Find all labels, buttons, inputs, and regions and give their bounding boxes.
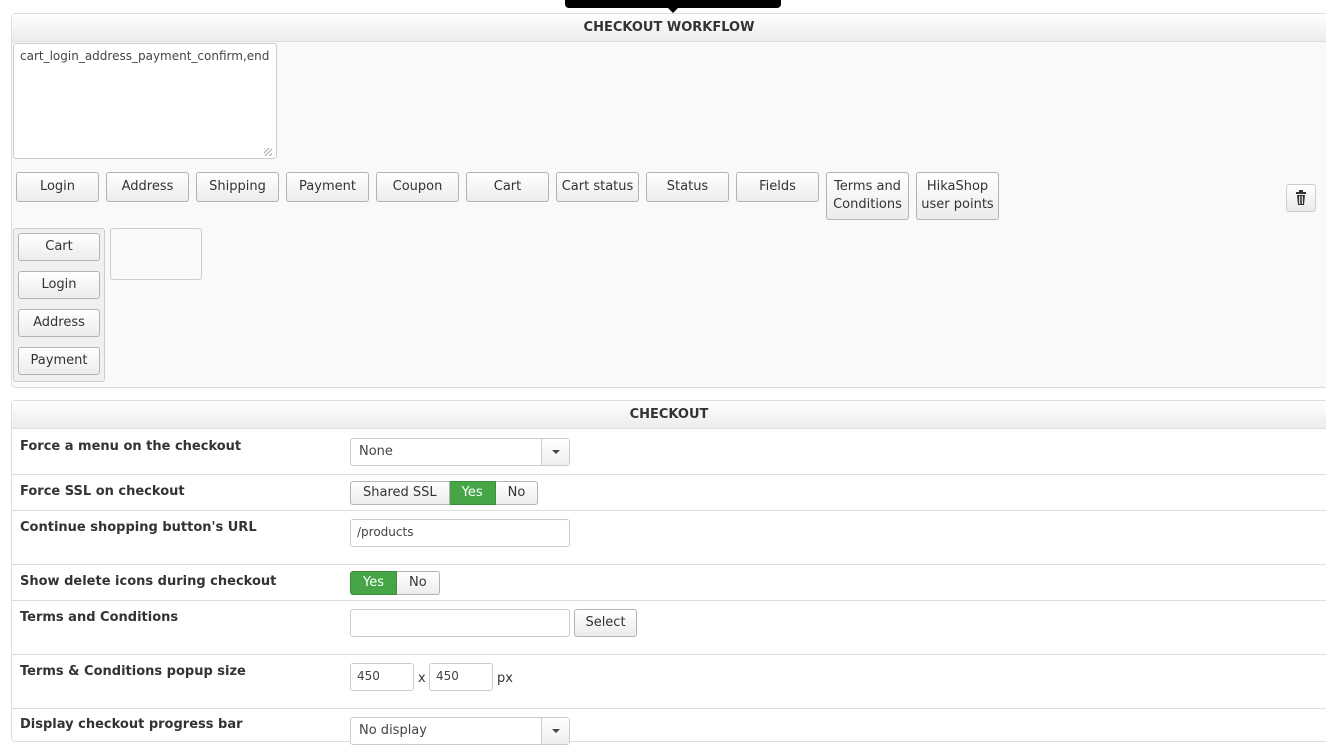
delete-option-yes[interactable]: Yes <box>350 571 397 595</box>
step-button-terms[interactable]: Terms and Conditions <box>826 172 909 220</box>
checkout-workflow-panel: CHECKOUT WORKFLOW cart_login_address_pay… <box>11 13 1326 388</box>
step-button-shipping[interactable]: Shipping <box>196 172 279 202</box>
group-step-address[interactable]: Address <box>18 309 100 337</box>
tooltip-pointer <box>565 0 781 13</box>
row-popup-size: Terms & Conditions popup size 450 x 450 … <box>12 655 1326 709</box>
workflow-step-group[interactable]: Cart Login Address Payment <box>13 228 105 382</box>
row-continue-url: Continue shopping button's URL /products <box>12 511 1326 565</box>
progress-bar-select[interactable]: No display <box>350 717 570 745</box>
row-terms: Terms and Conditions Select <box>12 601 1326 655</box>
resize-grip-icon[interactable] <box>264 148 272 156</box>
popup-size-unit: px <box>497 671 513 686</box>
chevron-down-icon[interactable] <box>541 718 569 744</box>
workflow-textarea[interactable]: cart_login_address_payment_confirm,end <box>13 43 277 159</box>
force-ssl-toggle[interactable]: Shared SSL Yes No <box>350 481 539 505</box>
delete-icons-label: Show delete icons during checkout <box>20 574 277 589</box>
delete-option-no[interactable]: No <box>397 571 440 595</box>
progress-bar-label: Display checkout progress bar <box>20 717 243 732</box>
step-button-status[interactable]: Status <box>646 172 729 202</box>
chevron-down-icon[interactable] <box>541 439 569 465</box>
step-button-login[interactable]: Login <box>16 172 99 202</box>
group-step-payment[interactable]: Payment <box>18 347 100 375</box>
ssl-option-no[interactable]: No <box>495 481 539 505</box>
step-button-address[interactable]: Address <box>106 172 189 202</box>
trash-button[interactable] <box>1286 184 1316 212</box>
terms-label: Terms and Conditions <box>20 610 179 625</box>
terms-input[interactable] <box>350 609 570 637</box>
popup-size-label: Terms & Conditions popup size <box>20 664 246 679</box>
group-step-login[interactable]: Login <box>18 271 100 299</box>
continue-url-input[interactable]: /products <box>350 519 570 547</box>
trash-icon <box>1296 190 1306 205</box>
step-button-user-points[interactable]: HikaShop user points <box>916 172 999 220</box>
continue-url-label: Continue shopping button's URL <box>20 520 257 535</box>
step-button-coupon[interactable]: Coupon <box>376 172 459 202</box>
row-force-menu: Force a menu on the checkout None <box>12 429 1326 475</box>
empty-step-group[interactable] <box>110 228 202 280</box>
popup-size-separator: x <box>418 671 426 686</box>
terms-select-button[interactable]: Select <box>574 609 637 637</box>
row-force-ssl: Force SSL on checkout Shared SSL Yes No <box>12 475 1326 511</box>
force-ssl-label: Force SSL on checkout <box>20 484 185 499</box>
group-step-cart[interactable]: Cart <box>18 233 100 261</box>
delete-icons-toggle[interactable]: Yes No <box>350 571 440 595</box>
step-button-cart[interactable]: Cart <box>466 172 549 202</box>
step-button-cart-status[interactable]: Cart status <box>556 172 639 202</box>
checkout-title: CHECKOUT <box>12 401 1326 429</box>
ssl-option-yes[interactable]: Yes <box>449 481 496 505</box>
force-menu-value: None <box>359 444 393 459</box>
row-progress-bar: Display checkout progress bar No display <box>12 709 1326 749</box>
popup-height-input[interactable]: 450 <box>429 663 493 691</box>
checkout-workflow-title: CHECKOUT WORKFLOW <box>12 14 1326 42</box>
row-delete-icons: Show delete icons during checkout Yes No <box>12 565 1326 601</box>
step-button-payment[interactable]: Payment <box>286 172 369 202</box>
popup-width-input[interactable]: 450 <box>350 663 414 691</box>
ssl-option-shared[interactable]: Shared SSL <box>350 481 450 505</box>
progress-bar-value: No display <box>359 723 427 738</box>
step-button-fields[interactable]: Fields <box>736 172 819 202</box>
force-menu-label: Force a menu on the checkout <box>20 439 242 454</box>
force-menu-select[interactable]: None <box>350 438 570 466</box>
checkout-panel: CHECKOUT Force a menu on the checkout No… <box>11 400 1326 745</box>
